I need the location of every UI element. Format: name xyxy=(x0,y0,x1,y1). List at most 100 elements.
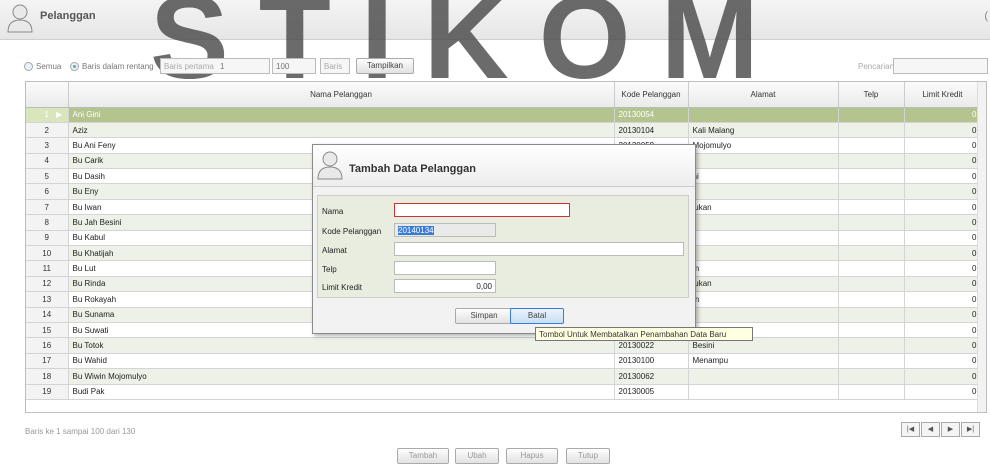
name-cell[interactable]: Aziz xyxy=(68,122,615,139)
row-number-cell[interactable]: 5 xyxy=(26,168,69,185)
close-icon[interactable]: ( xyxy=(984,10,988,22)
row-number-cell[interactable]: 16 xyxy=(26,337,69,354)
phone-cell[interactable] xyxy=(838,137,905,154)
address-cell[interactable]: m xyxy=(688,291,839,308)
alamat-input[interactable] xyxy=(394,242,684,256)
next-page-icon[interactable]: ▶ xyxy=(941,422,960,437)
row-number-cell[interactable]: 3 xyxy=(26,137,69,154)
row-count-field[interactable]: 100 xyxy=(272,58,316,74)
row-number-cell[interactable]: 12 xyxy=(26,276,69,293)
row-number-cell[interactable]: 14 xyxy=(26,307,69,323)
limit-cell[interactable]: 0 xyxy=(904,384,982,400)
row-number-cell[interactable]: ▶ 1 xyxy=(26,107,69,123)
code-cell[interactable]: 20130054 xyxy=(614,107,689,123)
phone-cell[interactable] xyxy=(838,153,905,170)
limit-cell[interactable]: 0 xyxy=(904,107,982,123)
limit-cell[interactable]: 0 xyxy=(904,137,982,154)
name-cell[interactable]: Bu Wahid xyxy=(68,353,615,370)
address-cell[interactable] xyxy=(688,183,839,200)
limit-cell[interactable]: 0 xyxy=(904,168,982,185)
phone-cell[interactable] xyxy=(838,353,905,370)
close-button[interactable]: Tutup xyxy=(566,448,610,464)
radio-all[interactable] xyxy=(24,62,33,71)
phone-cell[interactable] xyxy=(838,291,905,308)
limit-cell[interactable]: 0 xyxy=(904,153,982,170)
phone-cell[interactable] xyxy=(838,183,905,200)
code-cell[interactable]: 20130104 xyxy=(614,122,689,139)
address-cell[interactable] xyxy=(688,245,839,262)
kode-input[interactable]: 20140134 xyxy=(394,223,496,237)
phone-cell[interactable] xyxy=(838,260,905,277)
col-alamat[interactable]: Alamat xyxy=(688,82,839,108)
address-cell[interactable]: Kali Malang xyxy=(688,122,839,139)
radio-range[interactable] xyxy=(70,62,79,71)
limit-cell[interactable]: 0 xyxy=(904,122,982,139)
limit-cell[interactable]: 0 xyxy=(904,276,982,293)
row-number-cell[interactable]: 2 xyxy=(26,122,69,139)
row-number-cell[interactable]: 9 xyxy=(26,230,69,247)
first-page-icon[interactable]: |◀ xyxy=(901,422,920,437)
address-cell[interactable]: lukan xyxy=(688,276,839,293)
save-button[interactable]: Simpan xyxy=(455,308,513,324)
phone-cell[interactable] xyxy=(838,276,905,293)
phone-cell[interactable] xyxy=(838,168,905,185)
row-number-cell[interactable]: 4 xyxy=(26,153,69,170)
phone-cell[interactable] xyxy=(838,322,905,339)
name-cell[interactable]: Budi Pak xyxy=(68,384,615,400)
col-nama[interactable]: Nama Pelanggan xyxy=(68,82,615,108)
table-row[interactable]: 19 Budi Pak 20130005 0 xyxy=(26,384,982,400)
table-row[interactable]: 18 Bu Wiwin Mojomulyo 20130062 0 xyxy=(26,368,982,385)
phone-cell[interactable] xyxy=(838,214,905,231)
limit-cell[interactable]: 0 xyxy=(904,199,982,216)
col-limit[interactable]: Limit Kredit xyxy=(904,82,982,108)
phone-cell[interactable] xyxy=(838,384,905,400)
row-number-cell[interactable]: 7 xyxy=(26,199,69,216)
cancel-button[interactable]: Batal xyxy=(510,308,564,324)
limit-cell[interactable]: 0 xyxy=(904,291,982,308)
add-button[interactable]: Tambah xyxy=(397,448,449,464)
table-row[interactable]: 16 Bu Totok 20130022 Besini 0 xyxy=(26,337,982,354)
first-row-field[interactable]: Baris pertama 1 xyxy=(160,58,270,74)
limit-cell[interactable]: 0 xyxy=(904,183,982,200)
name-cell[interactable]: Bu Wiwin Mojomulyo xyxy=(68,368,615,385)
limit-cell[interactable]: 0 xyxy=(904,307,982,323)
phone-cell[interactable] xyxy=(838,199,905,216)
limit-cell[interactable]: 0 xyxy=(904,368,982,385)
address-cell[interactable] xyxy=(688,230,839,247)
row-number-cell[interactable]: 6 xyxy=(26,183,69,200)
nama-input[interactable] xyxy=(394,203,570,217)
limit-cell[interactable]: 0 xyxy=(904,260,982,277)
limit-cell[interactable]: 0 xyxy=(904,245,982,262)
phone-cell[interactable] xyxy=(838,307,905,323)
table-row[interactable]: 17 Bu Wahid 20130100 Menampu 0 xyxy=(26,353,982,370)
phone-cell[interactable] xyxy=(838,230,905,247)
address-cell[interactable]: m xyxy=(688,260,839,277)
phone-cell[interactable] xyxy=(838,107,905,123)
code-cell[interactable]: 20130062 xyxy=(614,368,689,385)
address-cell[interactable]: Mojomulyo xyxy=(688,137,839,154)
name-cell[interactable]: Bu Totok xyxy=(68,337,615,354)
address-cell[interactable] xyxy=(688,307,839,323)
row-number-cell[interactable]: 8 xyxy=(26,214,69,231)
address-cell[interactable] xyxy=(688,153,839,170)
address-cell[interactable] xyxy=(688,384,839,400)
phone-cell[interactable] xyxy=(838,368,905,385)
address-cell[interactable] xyxy=(688,368,839,385)
limit-cell[interactable]: 0 xyxy=(904,337,982,354)
limit-input[interactable]: 0,00 xyxy=(394,279,496,293)
table-row[interactable]: 2 Aziz 20130104 Kali Malang 0 xyxy=(26,122,982,139)
limit-cell[interactable]: 0 xyxy=(904,214,982,231)
vertical-scrollbar[interactable] xyxy=(977,82,986,412)
search-input[interactable] xyxy=(893,58,988,74)
col-telp[interactable]: Telp xyxy=(838,82,905,108)
phone-cell[interactable] xyxy=(838,337,905,354)
row-number-cell[interactable]: 19 xyxy=(26,384,69,400)
address-cell[interactable] xyxy=(688,214,839,231)
telp-input[interactable] xyxy=(394,261,496,275)
limit-cell[interactable]: 0 xyxy=(904,353,982,370)
last-page-icon[interactable]: ▶| xyxy=(961,422,980,437)
table-row[interactable]: ▶ 1 Ani Gini 20130054 0 xyxy=(26,107,982,123)
phone-cell[interactable] xyxy=(838,245,905,262)
edit-button[interactable]: Ubah xyxy=(455,448,499,464)
row-number-cell[interactable]: 10 xyxy=(26,245,69,262)
